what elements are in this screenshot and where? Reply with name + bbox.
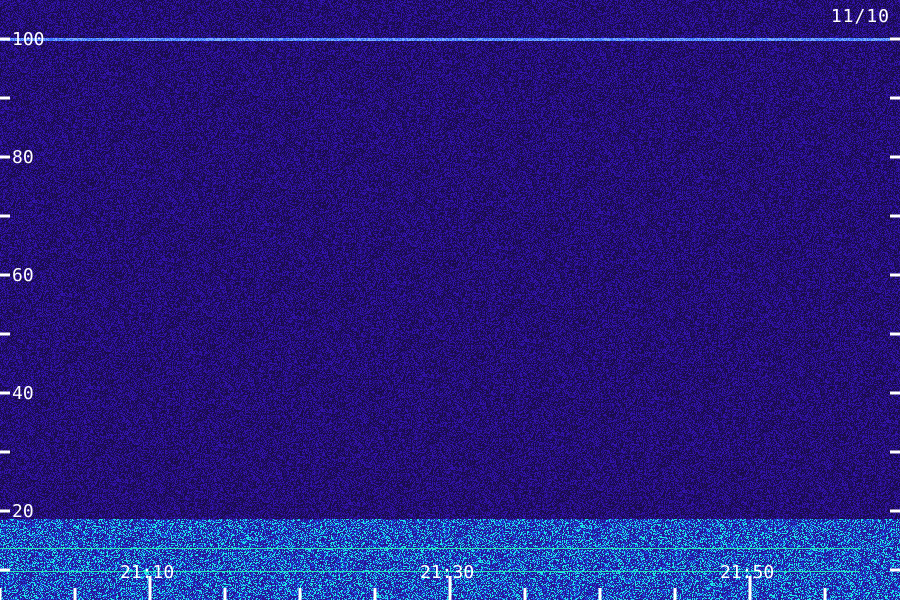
y-tick-label: 40 xyxy=(12,383,34,404)
spectrogram: 20 40 60 80 100 21:10 21:30 21:50 11/10 xyxy=(0,0,900,600)
y-tick-label: 60 xyxy=(12,265,34,286)
x-tick-label: 21:10 xyxy=(120,562,174,583)
date-label: 11/10 xyxy=(830,6,890,27)
x-tick-label: 21:30 xyxy=(420,562,474,583)
y-tick-label: 100 xyxy=(12,29,45,50)
y-tick-label: 20 xyxy=(12,501,34,522)
axis-overlay: 20 40 60 80 100 21:10 21:30 21:50 xyxy=(0,29,900,600)
x-tick-label: 21:50 xyxy=(720,562,774,583)
y-tick-label: 80 xyxy=(12,147,34,168)
